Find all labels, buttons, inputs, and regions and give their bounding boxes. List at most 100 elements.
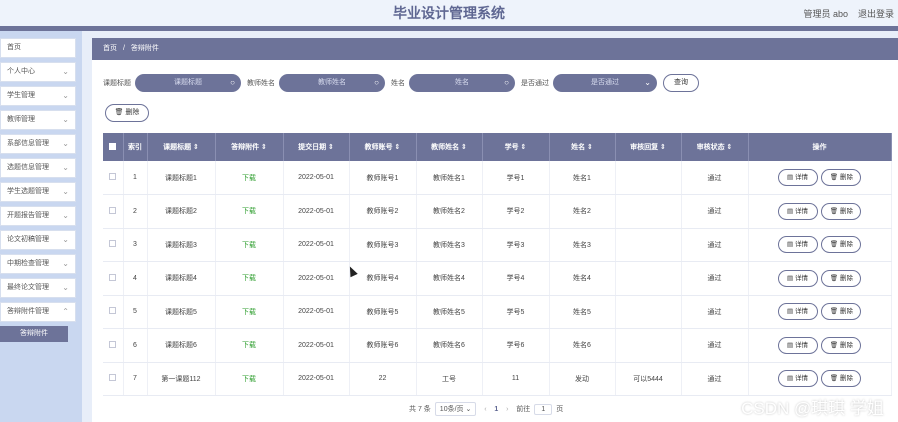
sidebar-item-student-topics[interactable]: 学生选题管理 ⌄ (0, 182, 76, 202)
search-filters: 课题标题 课题标题 ○ 教师姓名 教师姓名 ○ 姓名 姓名 ○ 是否通过 是否通过 ⌄ … (103, 74, 699, 92)
detail-button[interactable]: ▤ 详情 (777, 370, 818, 388)
cell-student-name: 姓名5 (549, 295, 616, 329)
query-button[interactable]: 查询 (663, 74, 699, 92)
sidebar-item-label: 选题信息管理 (7, 164, 49, 171)
logout-link[interactable]: 退出登录 (858, 7, 894, 20)
document-icon: ▤ (787, 241, 794, 249)
row-select-cell[interactable] (103, 362, 124, 396)
teacher-name-input[interactable]: 教师姓名 ○ (279, 74, 385, 92)
row-select-cell[interactable] (103, 295, 124, 329)
row-delete-button[interactable]: 🗑 删除 (821, 169, 862, 186)
breadcrumb: 首页 / 答辩附件 (92, 38, 898, 60)
sidebar-subitem-defense-attachment[interactable]: 答辩附件 (0, 326, 68, 342)
row-select-cell[interactable] (103, 328, 124, 363)
detail-button[interactable]: ▤ 详情 (777, 202, 818, 220)
row-delete-button[interactable]: 🗑 删除 (821, 303, 862, 321)
select-all-header[interactable] (103, 133, 124, 161)
cell-download-link[interactable]: 下载 (215, 161, 284, 195)
row-delete-label: 删除 (840, 174, 853, 181)
sidebar-item-topics[interactable]: 选题信息管理 ⌄ (0, 158, 76, 178)
prev-page-button[interactable]: ‹ (480, 406, 490, 413)
row-checkbox[interactable] (109, 374, 117, 382)
col-review-status[interactable]: 审核状态 ⇕ (681, 133, 749, 161)
row-delete-button[interactable]: 🗑 删除 (821, 269, 862, 287)
row-checkbox[interactable] (109, 273, 117, 281)
cell-download-link[interactable]: 下载 (215, 295, 284, 329)
sidebar-item-first-draft[interactable]: 论文初稿管理 ⌄ (0, 230, 76, 250)
teacher-name-placeholder: 教师姓名 (318, 79, 346, 86)
row-select-cell[interactable] (103, 228, 124, 262)
row-checkbox[interactable] (109, 340, 117, 348)
cell-submit-date: 2022-05-01 (283, 328, 350, 363)
sidebar-item-home[interactable]: 首页 (0, 38, 76, 58)
row-checkbox[interactable] (109, 206, 117, 214)
detail-label: 详情 (795, 174, 808, 181)
detail-button[interactable]: ▤ 详情 (777, 236, 818, 254)
col-topic-title[interactable]: 课题标题 ⇕ (147, 133, 216, 161)
cell-download-link[interactable]: 下载 (215, 228, 284, 262)
current-page-number[interactable]: 1 (494, 406, 498, 413)
row-checkbox[interactable] (109, 240, 117, 248)
detail-button[interactable]: ▤ 详情 (777, 269, 818, 287)
trash-icon: 🗑 (829, 241, 839, 249)
col-student-id[interactable]: 学号 ⇕ (482, 133, 550, 161)
cell-download-link[interactable]: 下载 (215, 328, 284, 363)
sidebar-item-midterm[interactable]: 中期检查管理 ⌄ (0, 254, 76, 274)
next-page-button[interactable]: › (502, 406, 512, 413)
cell-actions: ▤ 详情 🗑 删除 (748, 194, 892, 229)
chevron-down-icon: ⌄ (62, 115, 69, 124)
col-teacher-account[interactable]: 教师账号 ⇕ (349, 133, 417, 161)
sidebar-item-proposal[interactable]: 开题报告管理 ⌄ (0, 206, 76, 226)
row-delete-button[interactable]: 🗑 删除 (821, 236, 862, 254)
batch-delete-button[interactable]: 🗑 删除 (105, 104, 149, 122)
cell-download-link[interactable]: 下载 (215, 362, 284, 396)
cell-download-link[interactable]: 下载 (215, 194, 284, 229)
detail-button[interactable]: ▤ 详情 (777, 303, 818, 321)
detail-button[interactable]: ▤ 详情 (777, 336, 818, 354)
cell-download-link[interactable]: 下载 (215, 261, 284, 296)
cell-topic-title: 课题标题5 (147, 295, 216, 329)
row-select-cell[interactable] (103, 161, 124, 195)
cell-teacher-name: 工号 (416, 362, 483, 396)
cell-index: 4 (123, 261, 148, 296)
page-size-select[interactable]: 10条/页 ⌄ (434, 402, 477, 416)
sidebar-item-label: 个人中心 (7, 68, 35, 75)
row-delete-label: 删除 (840, 274, 853, 282)
batch-delete-label: 删除 (125, 109, 140, 116)
search-icon: ○ (230, 78, 235, 87)
goto-page-input[interactable]: 1 (534, 403, 553, 415)
col-submit-date[interactable]: 提交日期 ⇕ (283, 133, 350, 161)
detail-button[interactable]: ▤ 详情 (777, 169, 818, 186)
select-all-checkbox[interactable] (109, 142, 117, 150)
topic-title-input[interactable]: 课题标题 ○ (135, 74, 241, 92)
topic-title-label: 课题标题 (103, 80, 131, 87)
breadcrumb-home[interactable]: 首页 (103, 45, 117, 52)
row-delete-button[interactable]: 🗑 删除 (821, 336, 862, 354)
detail-label: 详情 (795, 274, 808, 282)
sidebar-item-departments[interactable]: 系部信息管理 ⌄ (0, 134, 76, 154)
cell-student-name: 发动 (549, 362, 616, 396)
sidebar-item-students[interactable]: 学生管理 ⌄ (0, 86, 76, 106)
table-row: 7 第一课题112 下载 2022-05-01 22 工号 11 发动 可以54… (103, 362, 892, 396)
sidebar-item-teachers[interactable]: 教师管理 ⌄ (0, 110, 76, 130)
sidebar-item-profile[interactable]: 个人中心 ⌄ (0, 62, 76, 82)
row-checkbox[interactable] (109, 173, 117, 180)
row-select-cell[interactable] (103, 261, 124, 296)
col-attachment[interactable]: 答辩附件 ⇕ (215, 133, 284, 161)
sidebar-item-defense-attachments[interactable]: 答辩附件管理 ⌃ (0, 302, 76, 322)
row-delete-button[interactable]: 🗑 删除 (821, 370, 862, 388)
student-name-input[interactable]: 姓名 ○ (409, 74, 515, 92)
chevron-down-icon: ⌄ (62, 67, 69, 76)
sidebar-item-final-thesis[interactable]: 最终论文管理 ⌄ (0, 278, 76, 298)
row-delete-button[interactable]: 🗑 删除 (821, 202, 862, 220)
cell-topic-title: 课题标题4 (147, 261, 216, 296)
col-student-name[interactable]: 姓名 ⇕ (549, 133, 616, 161)
chevron-down-icon: ⌄ (644, 78, 651, 87)
row-select-cell[interactable] (103, 194, 124, 229)
cell-submit-date: 2022-05-01 (283, 295, 350, 329)
row-checkbox[interactable] (109, 307, 117, 315)
passed-select[interactable]: 是否通过 ⌄ (553, 74, 657, 92)
cell-index: 2 (123, 194, 148, 229)
col-teacher-name[interactable]: 教师姓名 ⇕ (416, 133, 483, 161)
col-review-reply[interactable]: 审核回复 ⇕ (615, 133, 682, 161)
